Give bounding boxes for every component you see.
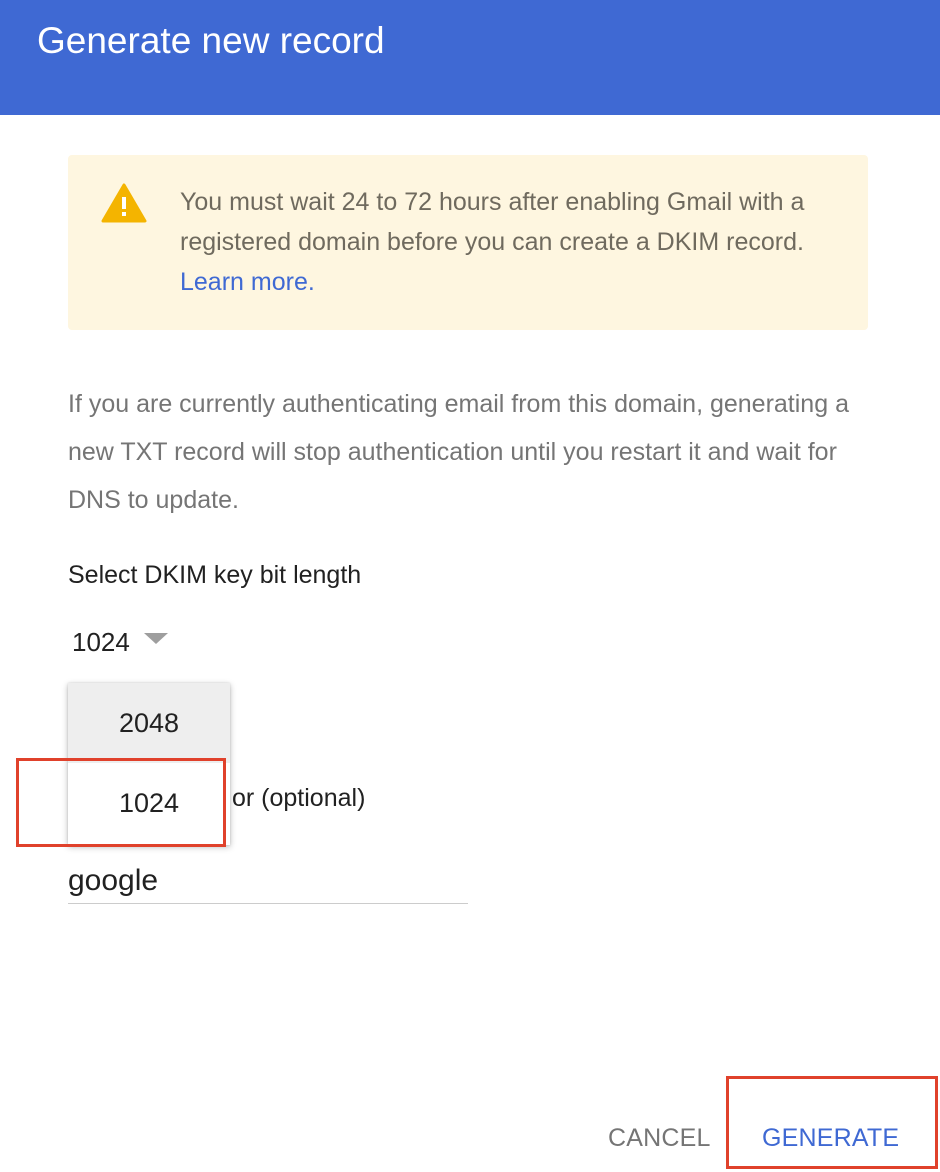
key-length-label: Select DKIM key bit length <box>68 561 362 589</box>
generate-record-dialog: Generate new record You must wait 24 to … <box>0 0 940 1172</box>
dropdown-option-1024[interactable]: 1024 <box>68 763 230 843</box>
dropdown-option-2048[interactable]: 2048 <box>68 683 230 763</box>
chevron-down-icon <box>143 632 168 644</box>
key-length-select[interactable]: 1024 <box>72 622 168 662</box>
selector-prefix-input[interactable] <box>68 858 468 904</box>
warning-text: You must wait 24 to 72 hours after enabl… <box>180 188 805 256</box>
dialog-title: Generate new record <box>37 20 385 61</box>
authentication-notice: If you are currently authenticating emai… <box>68 390 849 514</box>
selector-prefix-label: or (optional) <box>232 784 366 812</box>
cancel-button[interactable]: CANCEL <box>608 1118 711 1158</box>
warning-banner: You must wait 24 to 72 hours after enabl… <box>68 155 868 330</box>
learn-more-link[interactable]: Learn more. <box>180 268 315 296</box>
key-length-dropdown-menu: 2048 1024 <box>68 683 230 845</box>
warning-message: You must wait 24 to 72 hours after enabl… <box>180 182 830 302</box>
generate-button[interactable]: GENERATE <box>762 1118 899 1158</box>
key-length-selected-value: 1024 <box>72 626 130 657</box>
dialog-header: Generate new record <box>0 0 940 115</box>
warning-icon <box>101 183 147 223</box>
